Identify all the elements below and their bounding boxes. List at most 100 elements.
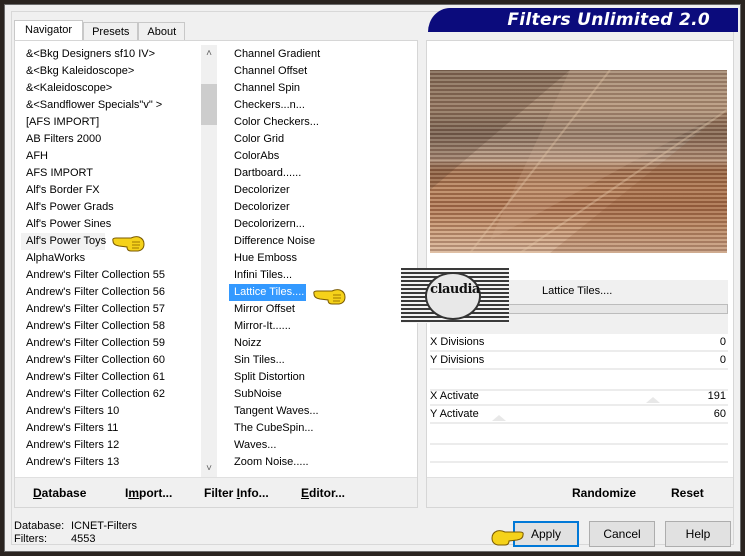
filters-label: Filters: — [14, 533, 47, 545]
param-x-divisions[interactable]: X Divisions 0 — [430, 335, 728, 352]
param-value: 60 — [713, 408, 726, 420]
filter-info-button-label: Filter Info... — [204, 486, 269, 500]
pointing-hand-icon — [112, 236, 145, 252]
list-item[interactable]: Channel Gradient — [229, 46, 419, 63]
database-label: Database: — [14, 520, 65, 532]
list-item[interactable]: AB Filters 2000 — [21, 131, 201, 148]
list-item[interactable]: [AFS IMPORT] — [21, 114, 201, 131]
pointing-hand-icon — [313, 289, 346, 305]
list-item[interactable]: Noizz — [229, 335, 419, 352]
list-item[interactable]: Channel Offset — [229, 63, 419, 80]
list-item[interactable]: Channel Spin — [229, 80, 419, 97]
list-item[interactable]: The CubeSpin... — [229, 420, 419, 437]
slider-thumb[interactable] — [646, 397, 660, 403]
list-item[interactable]: Decolorizer — [229, 182, 419, 199]
tab-navigator[interactable]: Navigator — [14, 20, 84, 41]
list-item[interactable]: Decolorizern... — [229, 216, 419, 233]
param-empty-row — [430, 443, 728, 445]
pointing-hand-icon — [491, 530, 524, 546]
list-item[interactable]: Color Grid — [229, 131, 419, 148]
title-banner: Filters Unlimited 2.0 — [428, 8, 738, 32]
database-button[interactable]: Database — [33, 486, 86, 500]
list-item[interactable]: Andrew's Filters 10 — [21, 403, 201, 420]
tab-about[interactable]: About — [138, 22, 186, 41]
scrollbar-thumb[interactable] — [201, 84, 217, 125]
param-value: 191 — [707, 390, 726, 402]
preview-pattern — [430, 70, 727, 253]
param-y-activate[interactable]: Y Activate 60 — [430, 407, 728, 424]
list-item[interactable]: Infini Tiles... — [229, 267, 419, 284]
list-item[interactable]: Andrew's Filter Collection 55 — [21, 267, 201, 284]
param-x-activate[interactable]: X Activate 191 — [430, 389, 728, 406]
list-item[interactable]: Color Checkers... — [229, 114, 419, 131]
effect-name: Lattice Tiles.... — [542, 285, 613, 297]
list-item[interactable]: Checkers...n... — [229, 97, 419, 114]
param-y-divisions[interactable]: Y Divisions 0 — [430, 353, 728, 370]
list-item[interactable]: Waves... — [229, 437, 419, 454]
list-item[interactable]: Andrew's Filters 12 — [21, 437, 201, 454]
slider-thumb[interactable] — [492, 415, 506, 421]
list-item[interactable]: Andrew's Filter Collection 61 — [21, 369, 201, 386]
database-button-label: atabase — [41, 486, 87, 500]
list-item[interactable]: Andrew's Filter Collection 56 — [21, 284, 201, 301]
navigator-panel: &<Bkg Designers sf10 IV> &<Bkg Kaleidosco… — [14, 40, 418, 508]
param-empty-row — [430, 461, 728, 463]
category-scrollbar[interactable]: ˄ ˅ — [201, 45, 217, 477]
effect-button-bar: Randomize Reset — [427, 477, 733, 507]
filter-info-button[interactable]: Filter Info... — [204, 486, 269, 500]
list-item[interactable]: &<Bkg Designers sf10 IV> — [21, 46, 201, 63]
import-button-label: port... — [139, 486, 173, 500]
list-item[interactable]: SubNoise — [229, 386, 419, 403]
list-item[interactable]: Alf's Power Toys — [21, 233, 106, 250]
chevron-down-icon[interactable]: ˅ — [201, 460, 217, 477]
category-list[interactable]: &<Bkg Designers sf10 IV> &<Bkg Kaleidosco… — [21, 46, 201, 471]
list-item[interactable]: Sin Tiles... — [229, 352, 419, 369]
param-value: 0 — [719, 354, 726, 366]
list-item[interactable]: Split Distortion — [229, 369, 419, 386]
help-button[interactable]: Help — [665, 521, 731, 547]
editor-button[interactable]: Editor... — [301, 486, 345, 500]
list-item[interactable]: Alf's Power Sines — [21, 216, 201, 233]
tab-bar: Navigator Presets About — [14, 20, 186, 41]
list-item[interactable]: Andrew's Filter Collection 59 — [21, 335, 201, 352]
list-item[interactable]: &<Sandflower Specials"v" > — [21, 97, 201, 114]
preview-image — [430, 70, 727, 253]
watermark-text: claudia — [430, 282, 480, 297]
navigator-button-bar: Database Import... Filter Info... Editor… — [15, 477, 417, 507]
param-value: 0 — [719, 336, 726, 348]
list-item[interactable]: &<Kaleidoscope> — [21, 80, 201, 97]
list-item[interactable]: Zoom Noise..... — [229, 454, 419, 471]
status-area: Database: ICNET-Filters Filters: 4553 — [14, 520, 137, 546]
list-item[interactable]: Andrew's Filter Collection 58 — [21, 318, 201, 335]
list-item[interactable]: Andrew's Filter Collection 57 — [21, 301, 201, 318]
list-item[interactable]: AFH — [21, 148, 201, 165]
list-item[interactable]: Andrew's Filters 13 — [21, 454, 201, 471]
cancel-button[interactable]: Cancel — [589, 521, 655, 547]
list-item[interactable]: Alf's Border FX — [21, 182, 201, 199]
list-item[interactable]: AFS IMPORT — [21, 165, 201, 182]
filters-count: 4553 — [71, 533, 96, 545]
app-title: Filters Unlimited 2.0 — [507, 10, 710, 30]
list-item[interactable]: Lattice Tiles.... — [229, 284, 306, 301]
import-button[interactable]: Import... — [125, 486, 172, 500]
randomize-button[interactable]: Randomize — [572, 486, 636, 500]
param-label: X Divisions — [430, 336, 485, 348]
list-item[interactable]: Dartboard...... — [229, 165, 419, 182]
list-item[interactable]: Andrew's Filter Collection 60 — [21, 352, 201, 369]
list-item[interactable]: Decolorizer — [229, 199, 419, 216]
list-item[interactable]: Tangent Waves... — [229, 403, 419, 420]
list-item[interactable]: &<Bkg Kaleidoscope> — [21, 63, 201, 80]
list-item[interactable]: Andrew's Filter Collection 62 — [21, 386, 201, 403]
list-item[interactable]: ColorAbs — [229, 148, 419, 165]
filter-list[interactable]: Channel Gradient Channel Offset Channel Sp… — [229, 46, 419, 471]
list-item[interactable]: Difference Noise — [229, 233, 419, 250]
list-item[interactable]: Alf's Power Grads — [21, 199, 201, 216]
param-label: Y Divisions — [430, 354, 485, 366]
list-item[interactable]: Andrew's Filters 11 — [21, 420, 201, 437]
list-item[interactable]: Mirror-It...... — [229, 318, 419, 335]
chevron-up-icon[interactable]: ˄ — [201, 45, 217, 62]
reset-button[interactable]: Reset — [671, 486, 704, 500]
tab-presets[interactable]: Presets — [83, 22, 139, 41]
watermark-logo: claudia — [401, 268, 509, 323]
list-item[interactable]: Hue Emboss — [229, 250, 419, 267]
